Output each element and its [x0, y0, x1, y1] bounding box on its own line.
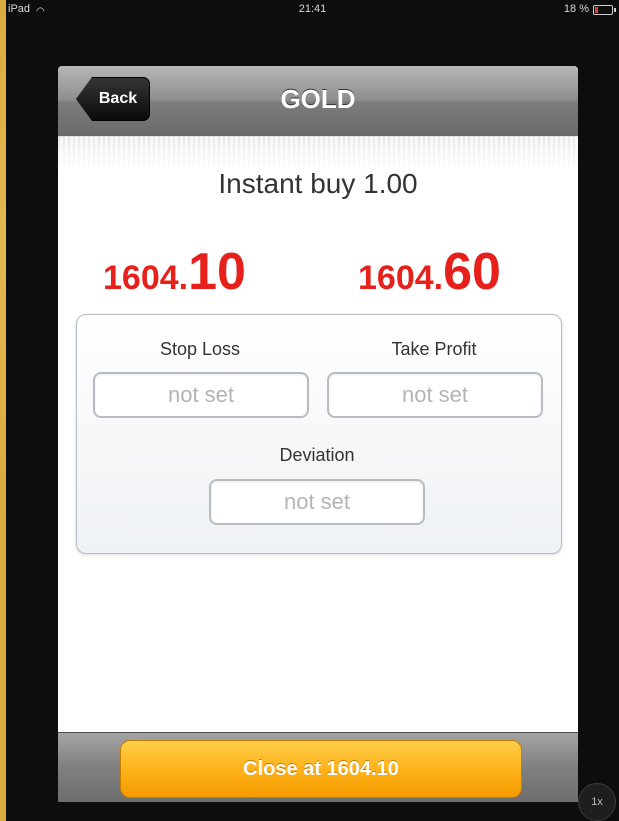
battery-icon — [593, 5, 616, 15]
bid-price-main: 1604. — [103, 259, 189, 297]
price-row: 1604.10 1604.60 — [58, 238, 578, 298]
close-position-button[interactable]: Close at 1604.10 — [120, 740, 522, 798]
status-bar: iPad ◠ 21:41 18 % — [6, 0, 619, 18]
ask-price: 1604.60 — [358, 246, 501, 298]
nav-bar: GOLD Back — [58, 66, 578, 137]
battery-percent: 18 % — [563, 3, 589, 15]
order-settings-panel: Stop Loss not set Take Profit not set De… — [76, 314, 562, 554]
ask-price-main: 1604. — [358, 259, 444, 297]
stop-loss-label: Stop Loss — [159, 339, 241, 359]
take-profit-label: Take Profit — [391, 339, 477, 359]
deviation-input[interactable]: not set — [209, 479, 425, 525]
bottom-toolbar: Close at 1604.10 — [58, 732, 578, 802]
stop-loss-input[interactable]: not set — [93, 372, 309, 418]
header-stripe-fade — [58, 136, 578, 170]
order-sheet: GOLD Back Instant buy 1.00 1604.10 1604.… — [58, 66, 578, 802]
take-profit-input[interactable]: not set — [327, 372, 543, 418]
zoom-toggle-button[interactable]: 1x — [578, 783, 616, 821]
bid-price-pips: 10 — [188, 243, 246, 301]
status-time: 21:41 — [298, 3, 327, 15]
deviation-label: Deviation — [279, 445, 355, 465]
ipad-screen: iPad ◠ 21:41 18 % GOLD Back Instant buy … — [6, 0, 619, 821]
order-type-title: Instant buy 1.00 — [218, 168, 418, 199]
ask-price-pips: 60 — [443, 243, 501, 301]
bid-price: 1604.10 — [103, 246, 246, 298]
